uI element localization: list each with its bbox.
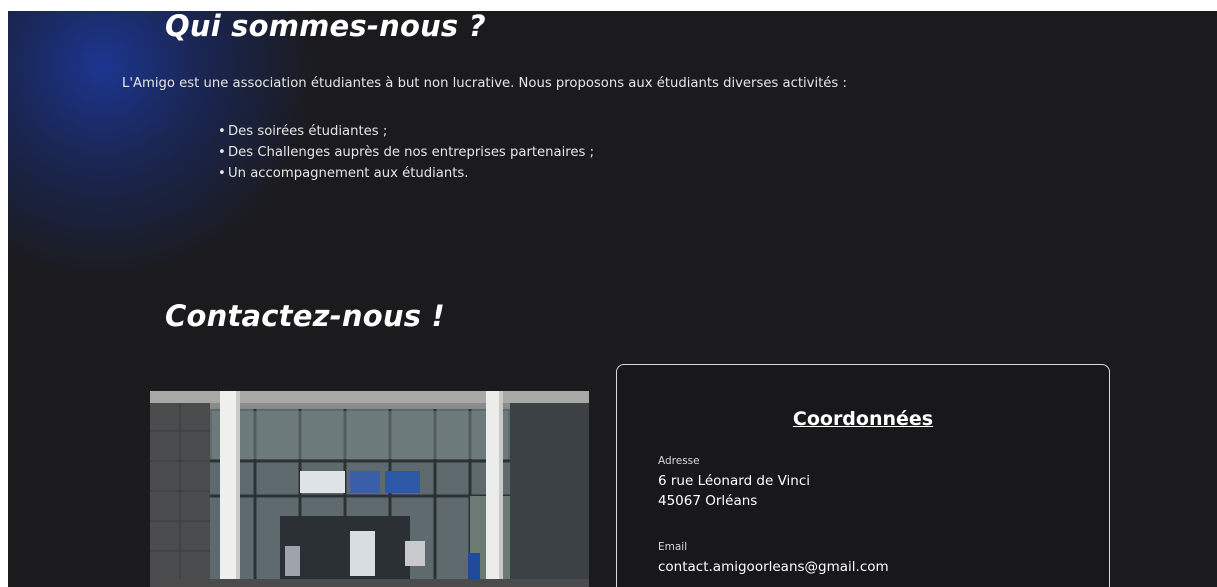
bullet-icon: •: [218, 124, 226, 139]
about-intro: L'Amigo est une association étudiantes à…: [122, 76, 847, 91]
activity-text: Un accompagnement aux étudiants.: [228, 166, 469, 181]
email-link[interactable]: contact.amigoorleans@gmail.com: [658, 557, 889, 577]
building-illustration: [150, 391, 589, 587]
page-section: Qui sommes-nous ? L'Amigo est une associ…: [8, 11, 1217, 587]
contact-title: Contactez-nous !: [165, 299, 445, 333]
activities-list: • Des soirées étudiantes ; • Des Challenge…: [218, 121, 594, 184]
about-title: Qui sommes-nous ?: [165, 11, 486, 43]
card-title: Coordonnées: [792, 408, 934, 430]
list-item: • Des soirées étudiantes ;: [218, 121, 594, 142]
contact-card: Coordonnées Adresse 6 rue Léonard de Vin…: [616, 364, 1110, 587]
email-label: Email: [658, 541, 688, 553]
address-label: Adresse: [658, 455, 700, 467]
building-photo: [150, 391, 589, 587]
list-item: • Des Challenges auprès de nos entreprise…: [218, 142, 594, 163]
bullet-icon: •: [218, 145, 226, 160]
bullet-icon: •: [218, 166, 226, 181]
address-line1: 6 rue Léonard de Vinci: [658, 473, 811, 489]
address-line2: 45067 Orléans: [658, 493, 758, 509]
activity-text: Des soirées étudiantes ;: [228, 124, 388, 139]
list-item: • Un accompagnement aux étudiants.: [218, 163, 594, 184]
activity-text: Des Challenges auprès de nos entreprises…: [228, 145, 595, 160]
